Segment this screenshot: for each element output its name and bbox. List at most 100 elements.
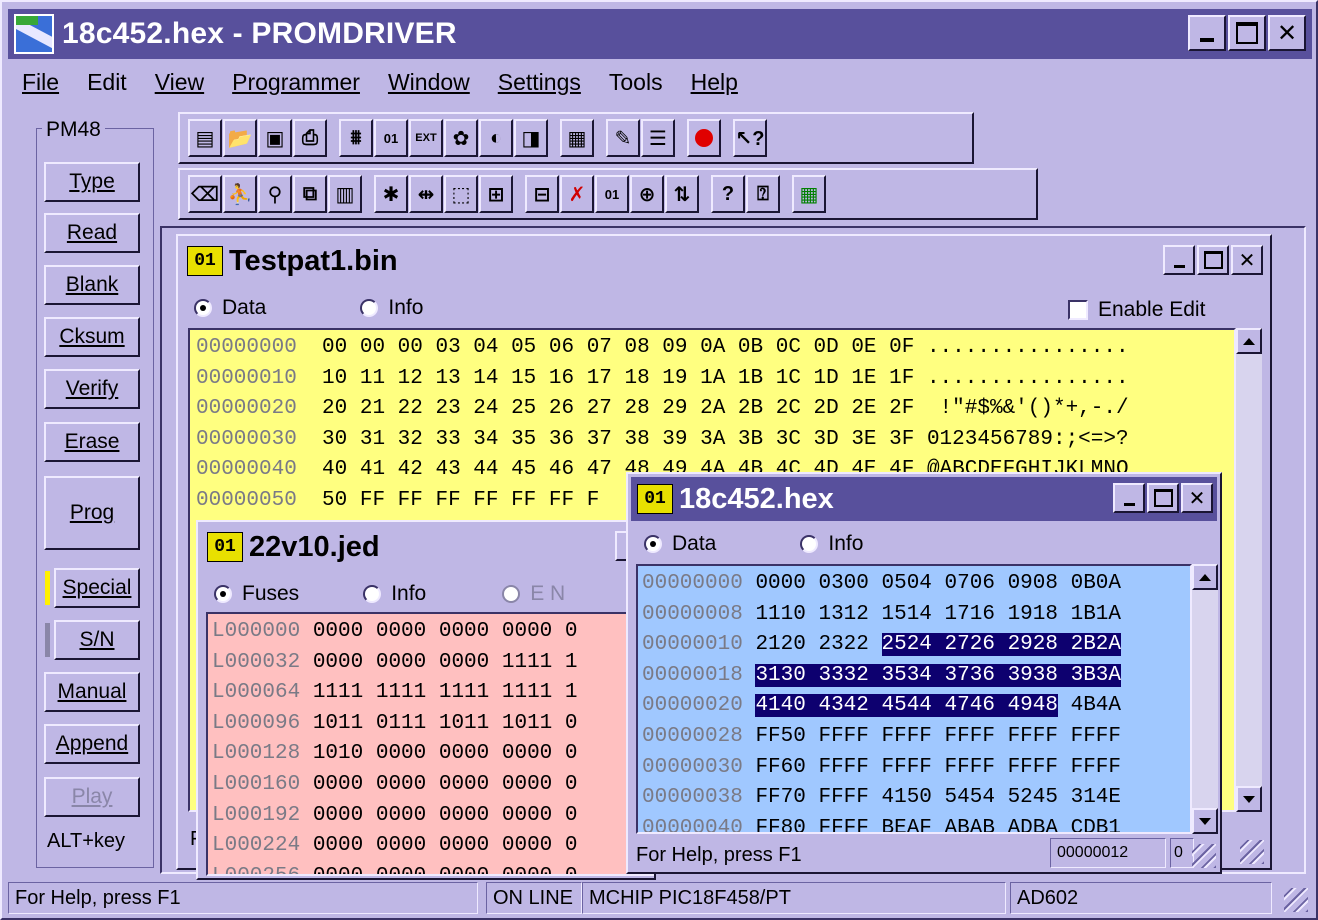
jed-radio-info[interactable] (363, 585, 382, 603)
color-icon[interactable]: ✿ (444, 119, 478, 157)
hex-resize-grip[interactable] (1192, 844, 1216, 868)
run-icon[interactable]: ⛹ (223, 175, 257, 213)
hex-scrollbar[interactable] (1192, 564, 1218, 834)
pm48-label: PM48 (42, 118, 105, 142)
testpat-radio-info[interactable] (360, 299, 379, 317)
menu-edit[interactable]: Edit (73, 69, 141, 96)
swap-icon[interactable]: ⇅ (665, 175, 699, 213)
jed-window[interactable]: 01 22v10.jed Fuses Info E N L000000 0000… (196, 520, 656, 880)
testpat-maximize-button[interactable] (1197, 245, 1229, 275)
scroll-down-button[interactable] (1192, 808, 1218, 834)
open-icon[interactable]: 📂 (223, 119, 257, 157)
minimize-button[interactable] (1188, 15, 1226, 51)
type-button[interactable]: Type (44, 162, 140, 202)
manual-button[interactable]: Manual (44, 672, 140, 712)
testpat-resize-grip[interactable] (1240, 840, 1264, 864)
hex-status-value: 0 (1170, 838, 1194, 868)
copy-icon[interactable]: ⧉ (293, 175, 327, 213)
window-icon[interactable]: ◨ (514, 119, 548, 157)
print-icon[interactable]: ⎙ (293, 119, 327, 157)
hex-status-help: For Help, press F1 (636, 844, 802, 866)
jed-radio-fuses[interactable] (214, 585, 232, 603)
special-button[interactable]: Special (54, 568, 140, 608)
testpat-radio-data[interactable] (194, 299, 212, 317)
palette-icon[interactable]: ◐ (479, 119, 513, 157)
binary-icon[interactable]: 01 (374, 119, 408, 157)
app-caption-buttons: ✕ (1188, 15, 1306, 51)
testpat-view-options: Data Info (194, 296, 423, 320)
testpat-titlebar[interactable]: 01 Testpat1.bin ✕ (181, 239, 1267, 283)
record-icon[interactable] (687, 119, 721, 157)
add-icon[interactable]: ⊕ (630, 175, 664, 213)
question-icon[interactable]: ? (711, 175, 745, 213)
sn-button[interactable]: S/N (54, 620, 140, 660)
new-icon[interactable]: ▤ (188, 119, 222, 157)
hex-radio-data-label: Data (672, 532, 717, 555)
menu-file[interactable]: File (8, 69, 73, 96)
scroll-down-button[interactable] (1236, 786, 1262, 812)
jed-titlebar[interactable]: 01 22v10.jed (201, 525, 651, 569)
find-icon[interactable]: ⚲ (258, 175, 292, 213)
query-icon[interactable]: ⍰ (746, 175, 780, 213)
menu-programmer[interactable]: Programmer (218, 69, 374, 96)
cksum-button[interactable]: Cksum (44, 317, 140, 357)
hex-minimize-button[interactable] (1113, 483, 1145, 513)
menu-help[interactable]: Help (677, 69, 752, 96)
bug-icon[interactable]: ✱ (374, 175, 408, 213)
blank-button[interactable]: Blank (44, 265, 140, 305)
hex-data-view[interactable]: 00000000 0000 0300 0504 0706 0908 0B0A 00… (636, 564, 1192, 834)
erase-icon[interactable]: ⌫ (188, 175, 222, 213)
help-pointer-icon[interactable]: ↖? (733, 119, 767, 157)
table-row: 00000008 1110 1312 1514 1716 1918 1B1A (642, 602, 1122, 626)
select-icon[interactable]: ⬚ (444, 175, 478, 213)
jed-fuse-view[interactable]: L000000 0000 0000 0000 0000 0 L000032 00… (206, 612, 654, 876)
testpat-close-button[interactable]: ✕ (1231, 245, 1263, 275)
edit-icon[interactable]: ✎ (606, 119, 640, 157)
app-resize-grip[interactable] (1284, 888, 1308, 912)
monitor-icon[interactable]: ⊟ (525, 175, 559, 213)
hex-radio-info-label: Info (828, 532, 864, 555)
scroll-up-button[interactable] (1192, 564, 1218, 590)
testpat-radio-data-label: Data (222, 296, 267, 319)
hex-maximize-button[interactable] (1147, 483, 1179, 513)
chip-icon[interactable]: ▦ (560, 119, 594, 157)
table-row: L000096 1011 0111 1011 1011 0 (212, 711, 578, 735)
save-icon[interactable]: ▣ (258, 119, 292, 157)
table-row: L000192 0000 0000 0000 0000 0 (212, 803, 578, 827)
scroll-up-button[interactable] (1236, 328, 1262, 354)
paste-icon[interactable]: ▥ (328, 175, 362, 213)
menu-window[interactable]: Window (374, 69, 484, 96)
hex-titlebar[interactable]: 01 18c452.hex ✕ (631, 477, 1217, 521)
fit-icon[interactable]: ⊞ (479, 175, 513, 213)
menu-settings[interactable]: Settings (484, 69, 595, 96)
status-bar: For Help, press F1 ON LINE MCHIP PIC18F4… (8, 882, 1312, 916)
hex-close-button[interactable]: ✕ (1181, 483, 1213, 513)
verify-button[interactable]: Verify (44, 369, 140, 409)
erase-button[interactable]: Erase (44, 422, 140, 462)
play-button[interactable]: Play (44, 777, 140, 817)
toolbar-main: ▤ 📂 ▣ ⎙ ⩩ 01 EXT ✿ ◐ ◨ ▦ ✎ ☰ ↖? (178, 112, 974, 164)
hex-window[interactable]: 01 18c452.hex ✕ Data Info 00000000 0000 … (626, 472, 1222, 874)
menu-tools[interactable]: Tools (595, 69, 677, 96)
cancel-icon[interactable]: ✗ (560, 175, 594, 213)
hex-title: 18c452.hex (679, 482, 834, 515)
jed-radio-third[interactable] (502, 585, 521, 603)
binary-small-icon[interactable]: 01 (595, 175, 629, 213)
resize-icon[interactable]: ⇹ (409, 175, 443, 213)
prog-button[interactable]: Prog (44, 476, 140, 550)
append-button[interactable]: Append (44, 724, 140, 764)
enable-edit-checkbox[interactable] (1068, 300, 1088, 320)
programmer-icon[interactable]: ⩩ (339, 119, 373, 157)
calculator-icon[interactable]: ▦ (792, 175, 826, 213)
close-button[interactable]: ✕ (1268, 15, 1306, 51)
menu-view[interactable]: View (141, 69, 218, 96)
maximize-button[interactable] (1228, 15, 1266, 51)
hex-radio-data[interactable] (644, 535, 662, 553)
testpat-minimize-button[interactable] (1163, 245, 1195, 275)
hex-radio-info[interactable] (800, 535, 819, 553)
read-button[interactable]: Read (44, 213, 140, 253)
list-icon[interactable]: ☰ (641, 119, 675, 157)
app-titlebar[interactable]: 18c452.hex - PROMDRIVER (8, 9, 1312, 59)
ext-icon[interactable]: EXT (409, 119, 443, 157)
testpat-scrollbar[interactable] (1236, 328, 1262, 812)
